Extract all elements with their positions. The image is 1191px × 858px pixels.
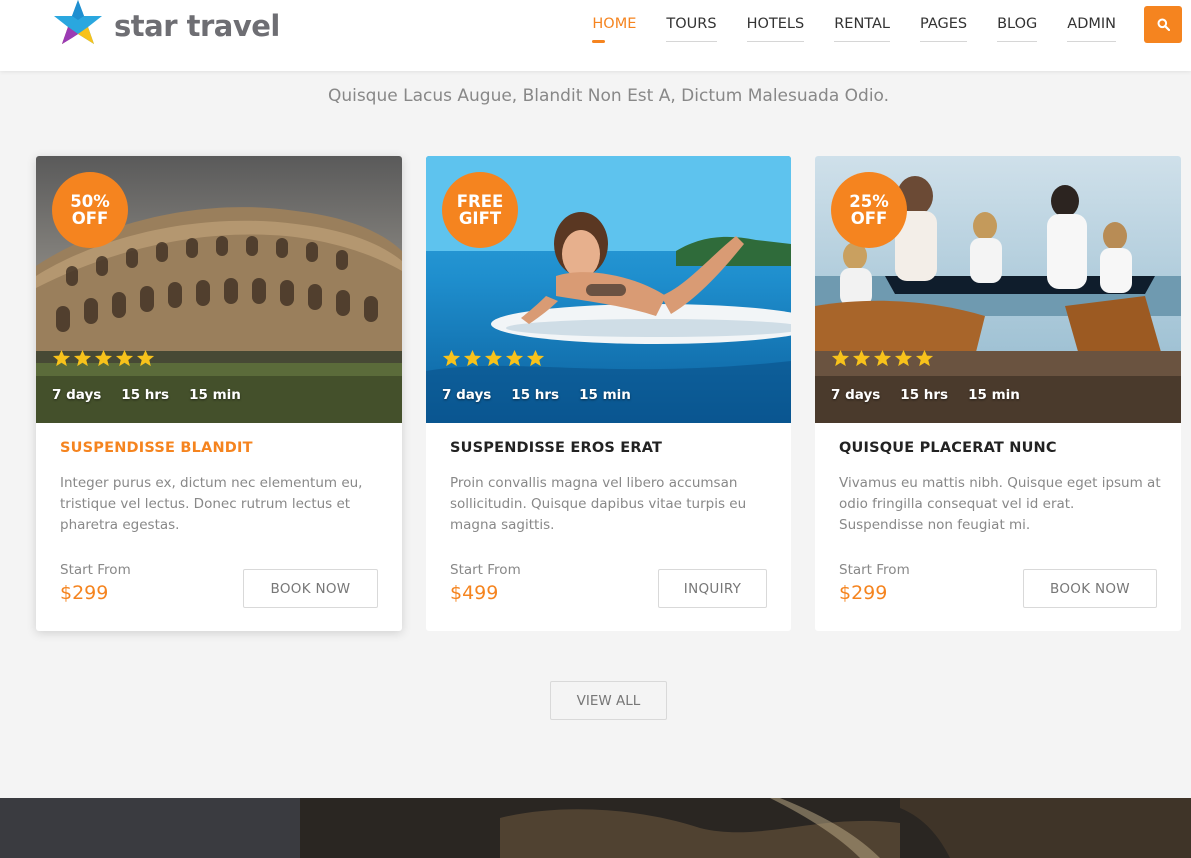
tour-image-surfing[interactable]: FREE GIFT 7 days 15 hrs 15 min bbox=[426, 156, 791, 423]
star-icon bbox=[94, 349, 113, 367]
star-icon bbox=[505, 349, 524, 367]
rating-stars bbox=[52, 349, 155, 368]
star-icon bbox=[484, 349, 503, 367]
duration-hours: 15 hrs bbox=[900, 387, 949, 403]
start-from-label: Start From bbox=[839, 562, 910, 578]
duration-minutes: 15 min bbox=[189, 387, 241, 403]
start-from-label: Start From bbox=[60, 562, 131, 578]
inquiry-button[interactable]: INQUIRY bbox=[658, 569, 767, 608]
star-icon bbox=[73, 349, 92, 367]
duration-hours: 15 hrs bbox=[511, 387, 560, 403]
tour-title[interactable]: QUISQUE PLACERAT NUNC bbox=[839, 440, 1057, 456]
nav-home[interactable]: HOME bbox=[577, 0, 651, 48]
section-subtitle: Quisque Lacus Augue, Blandit Non Est A, … bbox=[327, 86, 890, 106]
tour-description: Vivamus eu mattis nibh. Quisque eget ips… bbox=[839, 475, 1161, 533]
star-icon bbox=[526, 349, 545, 367]
brand-name: star travel bbox=[114, 9, 280, 43]
tour-title[interactable]: SUSPENDISSE BLANDIT bbox=[60, 440, 253, 456]
star-icon bbox=[852, 349, 871, 367]
tour-description: Proin convallis magna vel libero accumsa… bbox=[450, 475, 747, 533]
duration-hours: 15 hrs bbox=[121, 387, 170, 403]
discount-badge: 50% OFF bbox=[52, 172, 128, 248]
duration-days: 7 days bbox=[52, 387, 102, 403]
tour-duration: 7 days 15 hrs 15 min bbox=[442, 387, 631, 403]
star-icon bbox=[463, 349, 482, 367]
brand-logo[interactable]: star travel bbox=[50, 0, 280, 52]
book-now-button[interactable]: BOOK NOW bbox=[243, 569, 378, 608]
star-icon bbox=[52, 349, 71, 367]
duration-days: 7 days bbox=[442, 387, 492, 403]
nav-blog[interactable]: BLOG bbox=[982, 0, 1052, 48]
tour-description: Integer purus ex, dictum nec elementum e… bbox=[60, 475, 363, 533]
tour-duration: 7 days 15 hrs 15 min bbox=[52, 387, 241, 403]
star-icon bbox=[831, 349, 850, 367]
nav-admin[interactable]: ADMIN bbox=[1052, 0, 1131, 48]
tour-card: 50% OFF 7 days 15 hrs 15 min SUSPENDISSE… bbox=[36, 156, 402, 631]
tour-card: FREE GIFT 7 days 15 hrs 15 min SUSPENDIS… bbox=[426, 156, 791, 631]
view-all-button[interactable]: VIEW ALL bbox=[550, 681, 667, 720]
main-nav: HOME TOURS HOTELS RENTAL PAGES BLOG ADMI… bbox=[577, 0, 1131, 48]
gift-badge: FREE GIFT bbox=[442, 172, 518, 248]
tour-price: $499 bbox=[450, 582, 499, 604]
star-icon bbox=[136, 349, 155, 367]
tour-image-family-dinner[interactable]: 25% OFF 7 days 15 hrs 15 min bbox=[815, 156, 1181, 423]
star-icon bbox=[915, 349, 934, 367]
rating-stars bbox=[831, 349, 934, 368]
site-header: star travel HOME TOURS HOTELS RENTAL PAG… bbox=[0, 0, 1191, 71]
star-icon bbox=[442, 349, 461, 367]
book-now-button[interactable]: BOOK NOW bbox=[1023, 569, 1157, 608]
star-logo-icon bbox=[54, 0, 102, 44]
discount-badge: 25% OFF bbox=[831, 172, 907, 248]
search-button[interactable] bbox=[1144, 6, 1182, 43]
duration-days: 7 days bbox=[831, 387, 881, 403]
tour-card: 25% OFF 7 days 15 hrs 15 min QUISQUE PLA… bbox=[815, 156, 1181, 631]
tour-price: $299 bbox=[839, 582, 888, 604]
tour-title[interactable]: SUSPENDISSE EROS ERAT bbox=[450, 440, 662, 456]
star-icon bbox=[894, 349, 913, 367]
star-icon bbox=[115, 349, 134, 367]
star-icon bbox=[873, 349, 892, 367]
nav-tours[interactable]: TOURS bbox=[651, 0, 731, 48]
tour-image-colosseum[interactable]: 50% OFF 7 days 15 hrs 15 min bbox=[36, 156, 402, 423]
duration-minutes: 15 min bbox=[579, 387, 631, 403]
start-from-label: Start From bbox=[450, 562, 521, 578]
travel-map-background bbox=[0, 798, 1191, 858]
tour-price: $299 bbox=[60, 582, 109, 604]
nav-pages[interactable]: PAGES bbox=[905, 0, 982, 48]
search-icon bbox=[1157, 18, 1170, 31]
map-photo bbox=[0, 798, 1191, 858]
nav-rental[interactable]: RENTAL bbox=[819, 0, 905, 48]
rating-stars bbox=[442, 349, 545, 368]
nav-hotels[interactable]: HOTELS bbox=[732, 0, 820, 48]
duration-minutes: 15 min bbox=[968, 387, 1020, 403]
tour-duration: 7 days 15 hrs 15 min bbox=[831, 387, 1020, 403]
